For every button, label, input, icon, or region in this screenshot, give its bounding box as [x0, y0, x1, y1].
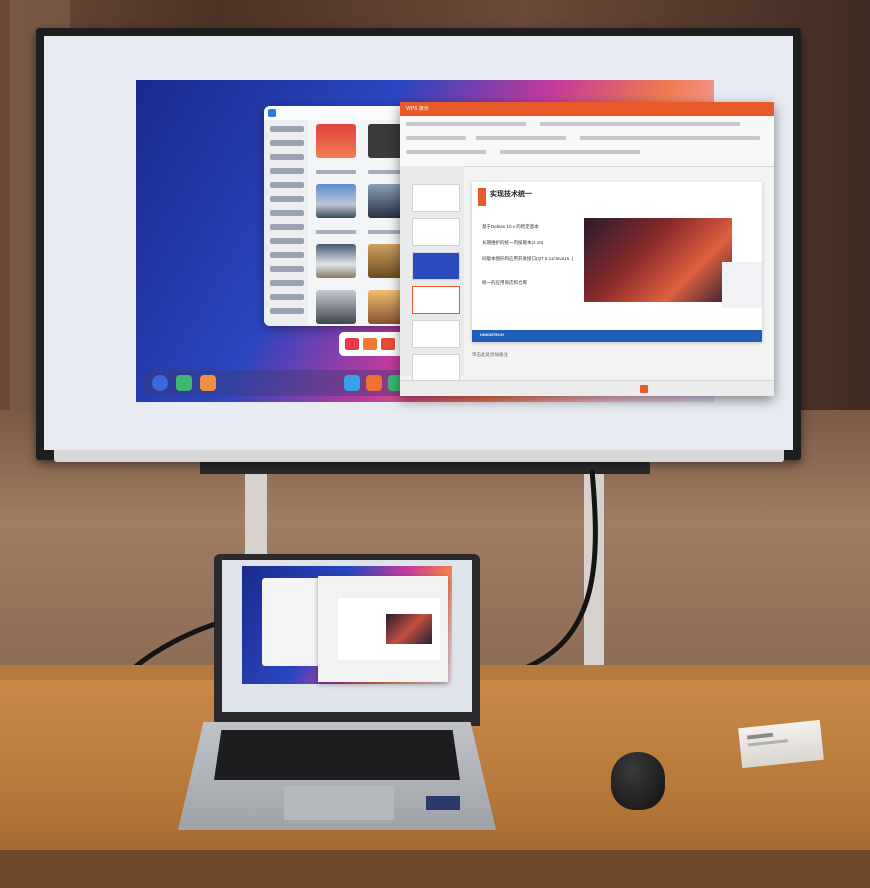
laptop-touchpad — [284, 786, 394, 820]
monitor-cable — [489, 469, 598, 679]
laptop-presentation-window — [318, 576, 448, 682]
laptop-sticker — [426, 796, 460, 810]
laptop-slide-image — [386, 614, 432, 644]
laptop-screen — [222, 560, 472, 712]
dongle-label — [746, 732, 774, 740]
wireless-dongle-box — [738, 719, 824, 769]
computer-mouse — [611, 752, 665, 810]
laptop-keyboard — [214, 730, 460, 780]
laptop-slide — [338, 598, 440, 660]
dongle-label — [747, 739, 788, 747]
table-front-edge — [0, 850, 870, 888]
